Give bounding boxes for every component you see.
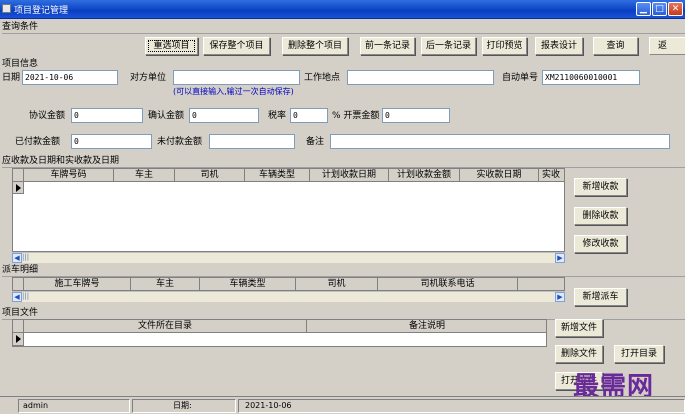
delete-file-button[interactable]: 删除文件 xyxy=(555,345,603,363)
row-indicator-header xyxy=(13,169,24,182)
confirmed-amount-field[interactable]: 0 xyxy=(189,108,259,123)
tax-rate-label: 税率 xyxy=(268,111,287,121)
date-field[interactable]: 2021-10-06 xyxy=(22,70,118,85)
receivables-hscrollbar[interactable]: ◀ ||| ▶ xyxy=(12,252,565,263)
col-header[interactable]: 计划收款金额 xyxy=(389,169,460,182)
scroll-grip-icon[interactable]: ||| xyxy=(22,292,29,302)
divider xyxy=(2,33,685,34)
open-directory-button[interactable]: 打开目录 xyxy=(614,345,664,363)
row-indicator-header xyxy=(13,278,24,290)
scroll-left-icon[interactable]: ◀ xyxy=(12,292,22,302)
agreed-amount-label: 协议金额 xyxy=(29,111,66,121)
status-date-label: 日期: xyxy=(132,399,236,413)
invoice-amount-field[interactable]: 0 xyxy=(382,108,450,123)
current-row-arrow-icon xyxy=(16,335,21,343)
col-header[interactable]: 工 xyxy=(518,278,564,290)
query-group-label: 查询条件 xyxy=(2,22,39,32)
counterparty-hint: (可以直接输入,输过一次自动保存) xyxy=(173,87,294,96)
col-header[interactable]: 司机联系电话 xyxy=(378,278,518,290)
col-header[interactable]: 文件所在目录 xyxy=(24,320,307,333)
maximize-button[interactable]: □ xyxy=(652,2,667,16)
status-date-value: 2021-10-06 xyxy=(238,399,685,413)
location-field[interactable] xyxy=(347,70,494,85)
unpaid-amount-field[interactable] xyxy=(209,134,295,149)
scroll-right-icon[interactable]: ▶ xyxy=(555,292,565,302)
date-label: 日期 xyxy=(2,73,21,83)
counterparty-label: 对方单位 xyxy=(130,73,167,83)
auto-number-label: 自动单号 xyxy=(502,73,539,83)
delete-project-button[interactable]: 删除整个项目 xyxy=(282,37,348,55)
confirmed-amount-label: 确认金额 xyxy=(148,111,185,121)
col-header[interactable]: 计划收款日期 xyxy=(310,169,389,182)
tax-rate-field[interactable]: 0 xyxy=(290,108,328,123)
unpaid-amount-label: 未付款金额 xyxy=(157,137,203,147)
add-dispatch-button[interactable]: 新增派车 xyxy=(574,288,627,306)
dispatch-hscrollbar[interactable]: ◀ ||| ▶ xyxy=(12,291,565,302)
scroll-right-icon[interactable]: ▶ xyxy=(555,253,565,263)
report-design-button[interactable]: 报表设计 xyxy=(535,37,583,55)
col-header[interactable]: 备注说明 xyxy=(307,320,546,333)
remark-field[interactable] xyxy=(330,134,670,149)
query-button[interactable]: 查询 xyxy=(593,37,638,55)
files-group-label: 项目文件 xyxy=(2,308,39,318)
col-header[interactable]: 车主 xyxy=(131,278,200,290)
window-title: 项目登记管理 xyxy=(14,6,69,16)
location-label: 工作地点 xyxy=(304,73,341,83)
row-indicator-header xyxy=(13,320,24,333)
add-file-button[interactable]: 新增文件 xyxy=(555,319,603,337)
add-receipt-button[interactable]: 新增收款 xyxy=(574,178,627,196)
next-record-button[interactable]: 后一条记录 xyxy=(421,37,476,55)
paid-amount-field[interactable]: 0 xyxy=(71,134,152,149)
close-button[interactable]: ✕ xyxy=(668,2,683,16)
status-bar: admin 日期: 2021-10-06 xyxy=(0,396,685,414)
delete-receipt-button[interactable]: 删除收款 xyxy=(574,207,627,225)
col-header[interactable]: 车主 xyxy=(114,169,175,182)
receivables-table[interactable]: 车牌号码 车主 司机 车辆类型 计划收款日期 计划收款金额 实收款日期 实收 xyxy=(12,168,565,252)
paid-amount-label: 已付款金额 xyxy=(15,137,61,147)
col-header[interactable]: 车牌号码 xyxy=(24,169,114,182)
col-header[interactable]: 施工车牌号 xyxy=(24,278,131,290)
col-header[interactable]: 司机 xyxy=(296,278,378,290)
reselect-project-button[interactable]: 重选项目 xyxy=(145,37,198,55)
minimize-button[interactable]: ▁ xyxy=(636,2,651,16)
edit-receipt-button[interactable]: 修改收款 xyxy=(574,235,627,253)
print-preview-button[interactable]: 打印预览 xyxy=(482,37,527,55)
scroll-grip-icon[interactable]: ||| xyxy=(22,253,29,263)
col-header[interactable]: 实收 xyxy=(539,169,564,182)
save-project-button[interactable]: 保存整个项目 xyxy=(203,37,270,55)
scroll-left-icon[interactable]: ◀ xyxy=(12,253,22,263)
col-header[interactable]: 车辆类型 xyxy=(200,278,296,290)
prev-record-button[interactable]: 前一条记录 xyxy=(360,37,415,55)
dispatch-group-label: 派车明细 xyxy=(2,265,39,275)
app-icon xyxy=(2,4,11,13)
current-row-arrow-icon xyxy=(16,184,21,192)
back-button[interactable]: 返 xyxy=(649,37,685,55)
invoice-amount-label: % 开票金额 xyxy=(332,111,380,121)
title-bar: 项目登记管理 ▁ □ ✕ xyxy=(0,0,685,19)
project-info-label: 项目信息 xyxy=(2,59,39,69)
table-row[interactable] xyxy=(13,333,24,346)
status-user: admin xyxy=(18,399,130,413)
counterparty-field[interactable] xyxy=(173,70,300,85)
col-header[interactable]: 司机 xyxy=(175,169,245,182)
dispatch-table[interactable]: 施工车牌号 车主 车辆类型 司机 司机联系电话 工 xyxy=(12,277,565,291)
auto-number-field[interactable]: XM2110060010001 xyxy=(542,70,640,85)
remark-label: 备注 xyxy=(306,137,325,147)
col-header[interactable]: 实收款日期 xyxy=(460,169,539,182)
receivables-group-label: 应收款及日期和实收款及日期 xyxy=(2,156,120,166)
files-table[interactable]: 文件所在目录 备注说明 xyxy=(12,319,547,347)
agreed-amount-field[interactable]: 0 xyxy=(71,108,143,123)
col-header[interactable]: 车辆类型 xyxy=(245,169,310,182)
table-row[interactable] xyxy=(13,182,24,194)
